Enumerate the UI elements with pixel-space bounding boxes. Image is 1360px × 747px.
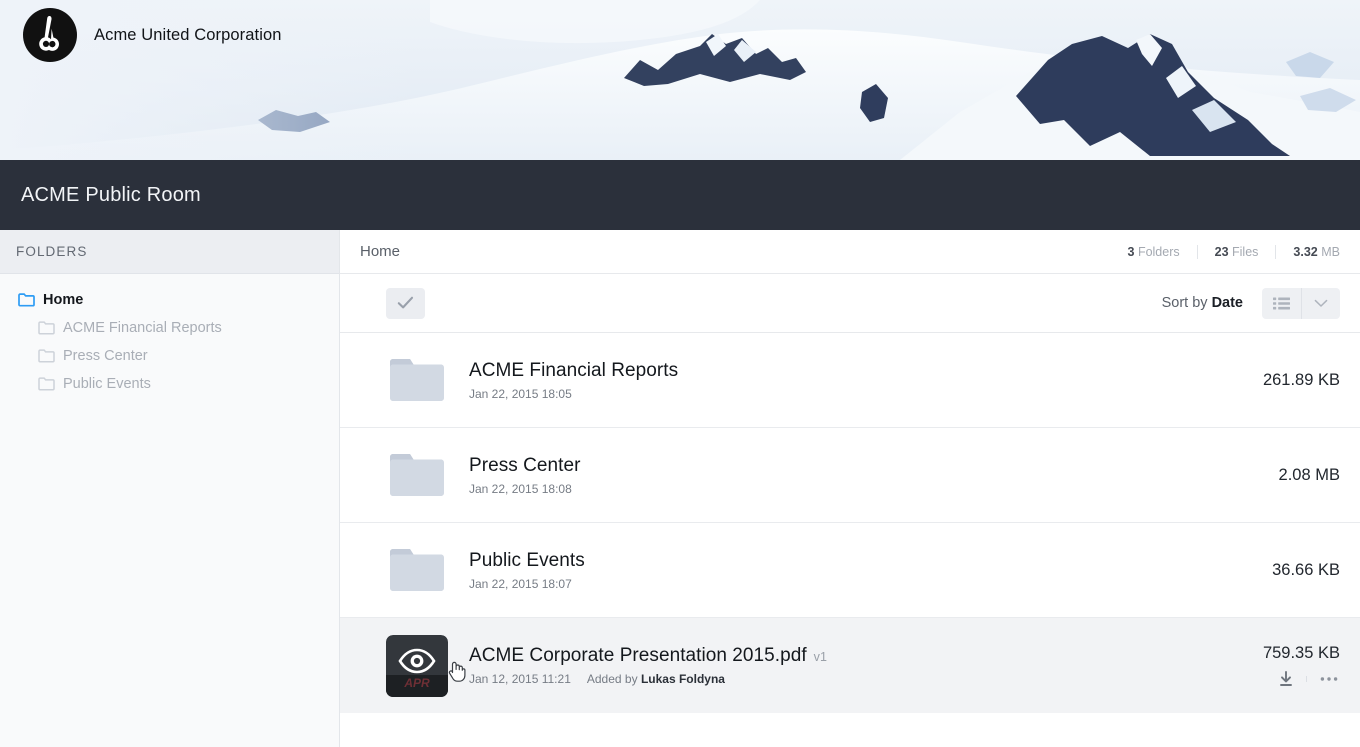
row-date: Jan 22, 2015 18:08 [469,481,572,496]
row-title-text: Press Center [469,454,581,476]
row-text: ACME Corporate Presentation 2015.pdf v1 J… [469,645,1263,686]
table-row[interactable]: APR ACME Corporate Presentation 2015.pdf… [340,618,1360,713]
row-thumbnail[interactable]: APR [385,634,466,697]
table-row[interactable]: ACME Financial Reports Jan 22, 2015 18:0… [340,333,1360,428]
list-view-button[interactable] [1262,288,1301,319]
chevron-down-icon [1314,299,1328,307]
content-layout: FOLDERS Home ACME Financial Reports Pres… [0,230,1360,747]
row-title-text: ACME Financial Reports [469,359,679,381]
folder-icon [38,321,55,335]
sidebar-item-home[interactable]: Home [0,286,339,314]
sidebar-header: FOLDERS [0,230,339,274]
table-row[interactable]: Public Events Jan 22, 2015 18:07 36.66 K… [340,523,1360,618]
row-meta: Jan 22, 2015 18:05 [469,387,1263,401]
folder-stats: 3 Folders 23 Files 3.32 MB [1111,244,1340,259]
sidebar-item-acme-financial-reports[interactable]: ACME Financial Reports [0,314,339,342]
brand-name: Acme United Corporation [94,25,282,44]
sidebar: FOLDERS Home ACME Financial Reports Pres… [0,230,340,747]
row-author: Added by Lukas Foldyna [587,672,725,686]
folder-tree: Home ACME Financial Reports Press Center… [0,274,339,398]
stat-files: 23 Files [1196,244,1276,259]
sidebar-item-label: ACME Financial Reports [63,320,222,336]
row-size: 2.08 MB [1278,465,1340,484]
stat-files-label: Files [1232,244,1259,259]
row-author-name: Lukas Foldyna [640,672,725,686]
sidebar-item-label: Public Events [63,376,151,392]
breadcrumb[interactable]: Home [360,243,400,260]
more-options-icon [1320,677,1338,681]
mouse-cursor-hand-icon [448,661,466,682]
row-date: Jan 22, 2015 18:07 [469,576,572,591]
row-text: ACME Financial Reports Jan 22, 2015 18:0… [469,360,1263,401]
brand[interactable]: Acme United Corporation [22,7,282,63]
row-size: 759.35 KB [1262,644,1340,662]
row-right: 2.08 MB [1279,466,1340,485]
acme-circle-logo-icon [23,8,77,62]
list-toolbar: Sort by Date [340,274,1360,333]
row-date: Jan 12, 2015 11:21 [469,672,571,686]
view-toggle-group [1262,287,1340,319]
download-icon [1280,671,1292,686]
stat-folders: 3 Folders [1111,245,1197,259]
row-right: 36.66 KB [1272,561,1340,580]
download-button[interactable] [1266,671,1306,687]
row-title-text: ACME Corporate Presentation 2015.pdf [469,645,807,666]
pdf-preview-thumbnail: APR [386,634,448,697]
folder-icon [390,549,444,591]
row-title: ACME Financial Reports [469,360,1263,382]
page-banner: Acme United Corporation [0,0,1360,160]
stat-size: 3.32 MB [1275,244,1340,259]
check-icon [397,296,414,309]
sidebar-item-label: Home [43,292,84,308]
row-actions [1266,671,1340,687]
row-title-text: Public Events [469,549,585,571]
stat-size-value: 3.32 [1293,244,1318,259]
sidebar-item-press-center[interactable]: Press Center [0,342,339,370]
folder-icon [38,349,55,363]
row-title: Public Events [469,550,1272,572]
row-title: ACME Corporate Presentation 2015.pdf v1 [469,645,1263,667]
sort-control[interactable]: Sort by Date [1162,295,1243,311]
main-panel: Home 3 Folders 23 Files 3.32 MB Sort by … [340,230,1360,747]
row-text: Public Events Jan 22, 2015 18:07 [469,550,1272,591]
sidebar-item-label: Press Center [63,348,148,364]
row-date: Jan 22, 2015 18:05 [469,386,572,401]
row-right: 261.89 KB [1263,371,1340,390]
room-title-bar: ACME Public Room [0,160,1360,230]
stat-folders-value: 3 [1127,244,1135,259]
list-view-icon [1273,297,1290,309]
more-options-button[interactable] [1306,676,1340,682]
row-version-badge: v1 [813,650,827,664]
view-options-dropdown[interactable] [1301,287,1340,319]
stat-files-value: 23 [1214,244,1229,259]
row-thumbnail [385,539,449,601]
sidebar-header-label: FOLDERS [16,244,88,259]
sort-value: Date [1211,295,1243,311]
row-meta: Jan 22, 2015 18:08 [469,482,1279,496]
folder-icon [38,377,55,391]
sidebar-item-public-events[interactable]: Public Events [0,370,339,398]
file-list: ACME Financial Reports Jan 22, 2015 18:0… [340,333,1360,747]
breadcrumb-bar: Home 3 Folders 23 Files 3.32 MB [340,230,1360,274]
row-thumbnail [385,444,449,506]
page-title: ACME Public Room [21,183,201,206]
table-row[interactable]: Press Center Jan 22, 2015 18:08 2.08 MB [340,428,1360,523]
row-right: 759.35 KB [1263,644,1340,687]
stat-folders-label: Folders [1137,244,1180,259]
select-all-checkbox[interactable] [386,287,425,319]
row-meta: Jan 22, 2015 18:07 [469,577,1272,591]
svg-text:APR: APR [403,676,430,690]
folder-icon [390,454,444,496]
stat-size-label: MB [1321,244,1340,259]
folder-icon [390,359,444,401]
row-meta: Jan 12, 2015 11:21 Added by Lukas Foldyn… [469,672,1263,686]
row-author-prefix: Added by [586,672,638,686]
row-size: 261.89 KB [1262,370,1340,389]
row-title: Press Center [469,455,1279,477]
row-size: 36.66 KB [1272,560,1340,579]
sort-prefix: Sort by [1161,295,1208,311]
folder-icon [18,293,35,307]
row-thumbnail [385,349,449,411]
row-text: Press Center Jan 22, 2015 18:08 [469,455,1279,496]
